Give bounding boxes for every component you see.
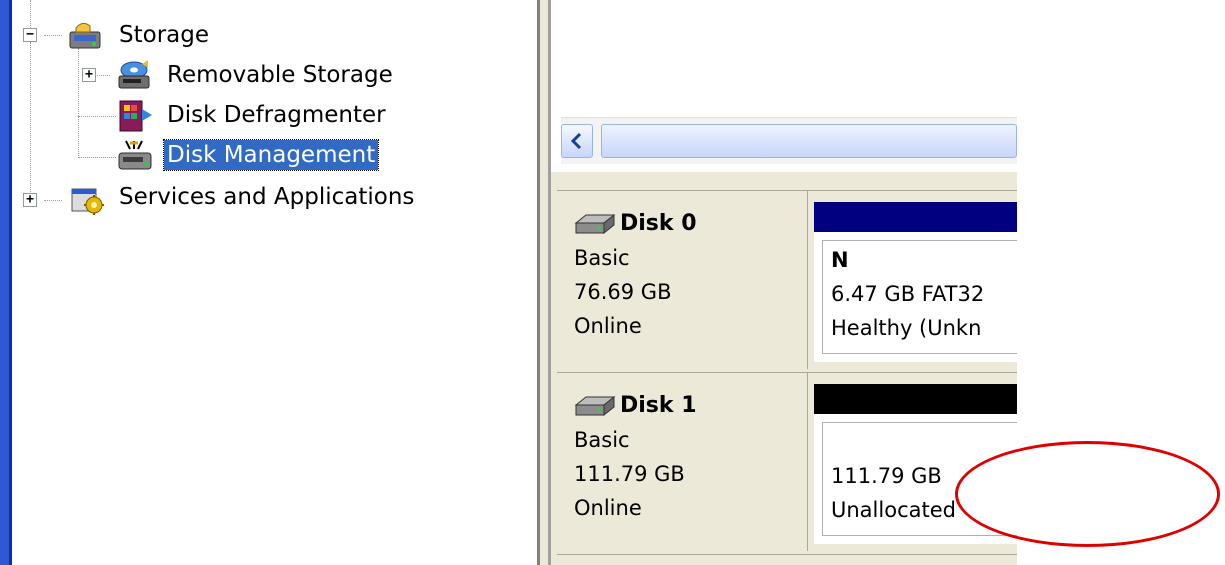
horizontal-scrollbar[interactable] [561,117,1017,164]
partition-letter: N [831,248,849,272]
tree-item-services-applications[interactable]: Services and Applications [116,182,417,212]
details-pane: Disk 0 Basic 76.69 GB Online N 6.47 GB F… [551,0,1017,565]
disk-status: Online [574,314,642,338]
partition-size-fs: 6.47 GB FAT32 [831,282,985,306]
disk-size: 111.79 GB [574,462,685,486]
pane-splitter[interactable] [537,0,551,565]
disk-name: Disk 1 [574,391,697,421]
partition-color-bar [814,384,1017,414]
disk-defragmenter-icon [116,99,156,133]
disk-list: Disk 0 Basic 76.69 GB Online N 6.47 GB F… [551,172,1017,565]
disk-name: Disk 0 [574,209,697,239]
expand-services-applications-toggle[interactable]: + [23,193,37,207]
partition-block[interactable]: N 6.47 GB FAT32 Healthy (Unkn [814,202,1017,362]
partition-color-bar [814,202,1017,232]
expand-removable-storage-toggle[interactable]: + [82,68,96,82]
hard-disk-icon [574,213,616,235]
tree-connector [30,0,31,28]
console-tree: − Storage + Removable Storage Disk Defra… [12,0,537,565]
storage-icon [66,18,106,52]
disk-info[interactable]: Disk 0 Basic 76.69 GB Online [557,191,808,369]
disk-size: 76.69 GB [574,280,672,304]
disk-name-text: Disk 1 [620,393,697,418]
disk-row[interactable]: Disk 1 Basic 111.79 GB Online 111.79 GB … [557,372,1017,553]
tree-item-storage[interactable]: Storage [116,20,212,50]
tree-connector [44,200,62,201]
partition-details: 111.79 GB Unallocated [822,422,1017,536]
tree-item-disk-defragmenter[interactable]: Disk Defragmenter [164,100,389,130]
partition-health: Healthy (Unkn [831,316,982,340]
partition-details: N 6.47 GB FAT32 Healthy (Unkn [822,240,1017,354]
disk-row[interactable]: Disk 0 Basic 76.69 GB Online N 6.47 GB F… [557,190,1017,371]
tree-item-removable-storage[interactable]: Removable Storage [164,60,396,90]
disk-status: Online [574,496,642,520]
collapse-storage-toggle[interactable]: − [23,28,37,42]
tree-connector [78,157,116,158]
partition-size: 111.79 GB [831,464,942,488]
disk-type: Basic [574,428,630,452]
tree-connector [78,48,79,158]
unallocated-block[interactable]: 111.79 GB Unallocated [814,384,1017,544]
tree-item-disk-management[interactable]: Disk Management [162,139,380,171]
scroll-left-button[interactable] [561,124,593,158]
tree-connector [78,116,116,117]
scrollbar-thumb[interactable] [601,124,1017,158]
disk-name-text: Disk 0 [620,211,697,236]
hard-disk-icon [574,395,616,417]
tree-connector [30,42,31,200]
window-left-border [0,0,12,565]
disk-row [557,554,1017,565]
services-applications-icon [68,183,108,217]
disk-type: Basic [574,246,630,270]
disk-management-icon [116,139,156,173]
tree-connector [44,35,62,36]
partition-state: Unallocated [831,498,956,522]
disk-info[interactable]: Disk 1 Basic 111.79 GB Online [557,373,808,551]
chevron-left-icon [570,132,582,150]
removable-storage-icon [114,58,154,92]
